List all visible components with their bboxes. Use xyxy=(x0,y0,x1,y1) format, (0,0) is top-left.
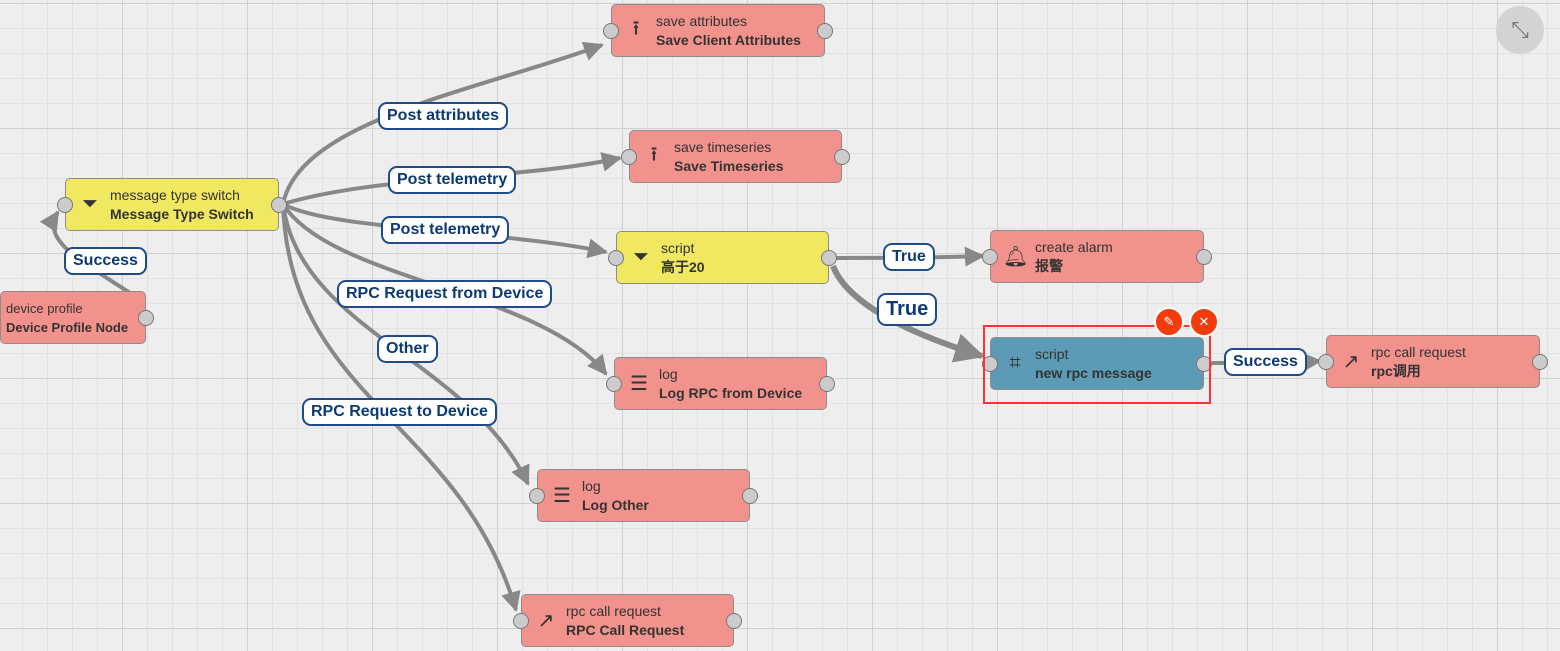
edge-label-success[interactable]: Success xyxy=(1224,348,1307,376)
arrow-up-right-icon: ↗ xyxy=(1342,351,1360,373)
output-port[interactable] xyxy=(271,197,287,213)
edge-label-post-attributes[interactable]: Post attributes xyxy=(378,102,509,130)
edge-label-rpc-to-device[interactable]: RPC Request to Device xyxy=(302,398,497,426)
output-port[interactable] xyxy=(821,250,837,266)
close-icon: ✕ xyxy=(1198,314,1210,329)
output-port[interactable] xyxy=(819,376,835,392)
input-port[interactable] xyxy=(603,23,619,39)
input-port[interactable] xyxy=(606,376,622,392)
input-port[interactable] xyxy=(57,197,73,213)
input-port[interactable] xyxy=(513,613,529,629)
output-port[interactable] xyxy=(138,310,154,326)
input-port[interactable] xyxy=(982,249,998,265)
node-log-other[interactable]: ☰ log Log Other xyxy=(529,469,758,522)
edge-label-true[interactable]: True xyxy=(883,243,935,271)
node-create-alarm[interactable]: 🔔︎ create alarm 报警 xyxy=(982,230,1212,283)
node-save-timeseries[interactable]: ⭱ save timeseries Save Timeseries xyxy=(621,130,850,183)
upload-icon: ⭱ xyxy=(632,17,640,40)
edge-label-true[interactable]: True xyxy=(877,293,938,326)
output-port[interactable] xyxy=(1196,249,1212,265)
fullscreen-exit-icon: ⤡ xyxy=(1511,17,1529,42)
output-port[interactable] xyxy=(1532,354,1548,370)
fullscreen-exit-button[interactable]: ⤡ xyxy=(1496,6,1544,54)
menu-icon: ☰ xyxy=(553,485,571,507)
input-port[interactable] xyxy=(621,149,637,165)
selection-box xyxy=(983,325,1211,404)
bell-icon: 🔔︎ xyxy=(1003,246,1029,268)
output-port[interactable] xyxy=(817,23,833,39)
filter-icon: ⏷ xyxy=(82,193,98,215)
edge-label-post-telemetry[interactable]: Post telemetry xyxy=(388,166,517,194)
pencil-icon: ✎ xyxy=(1163,314,1175,329)
node-save-attributes[interactable]: ⭱ save attributes Save Client Attributes xyxy=(603,4,833,57)
filter-icon: ⏷ xyxy=(633,246,649,268)
edit-node-button[interactable]: ✎ xyxy=(1154,307,1184,337)
output-port[interactable] xyxy=(742,488,758,504)
node-message-type-switch[interactable]: ⏷ message type switch Message Type Switch xyxy=(57,178,287,231)
node-rpc-call-request-2[interactable]: ↗ rpc call request rpc调用 xyxy=(1318,335,1548,388)
upload-icon: ⭱ xyxy=(650,143,658,166)
arrow-up-right-icon: ↗ xyxy=(537,610,555,632)
edge-label-success[interactable]: Success xyxy=(64,247,147,275)
edge-label-other[interactable]: Other xyxy=(377,335,438,363)
node-script-filter[interactable]: ⏷ script 高于20 xyxy=(608,231,837,284)
output-port[interactable] xyxy=(726,613,742,629)
node-device-profile[interactable]: device profile Device Profile Node xyxy=(0,291,154,344)
input-port[interactable] xyxy=(529,488,545,504)
node-log-rpc[interactable]: ☰ log Log RPC from Device xyxy=(606,357,835,410)
node-rpc-call-request[interactable]: ↗ rpc call request RPC Call Request xyxy=(513,594,742,647)
edge-label-post-telemetry[interactable]: Post telemetry xyxy=(381,216,510,244)
output-port[interactable] xyxy=(834,149,850,165)
edges-layer xyxy=(39,41,1322,612)
input-port[interactable] xyxy=(1318,354,1334,370)
input-port[interactable] xyxy=(608,250,624,266)
delete-node-button[interactable]: ✕ xyxy=(1189,307,1219,337)
edge-label-rpc-from-device[interactable]: RPC Request from Device xyxy=(337,280,553,308)
menu-icon: ☰ xyxy=(630,373,648,395)
